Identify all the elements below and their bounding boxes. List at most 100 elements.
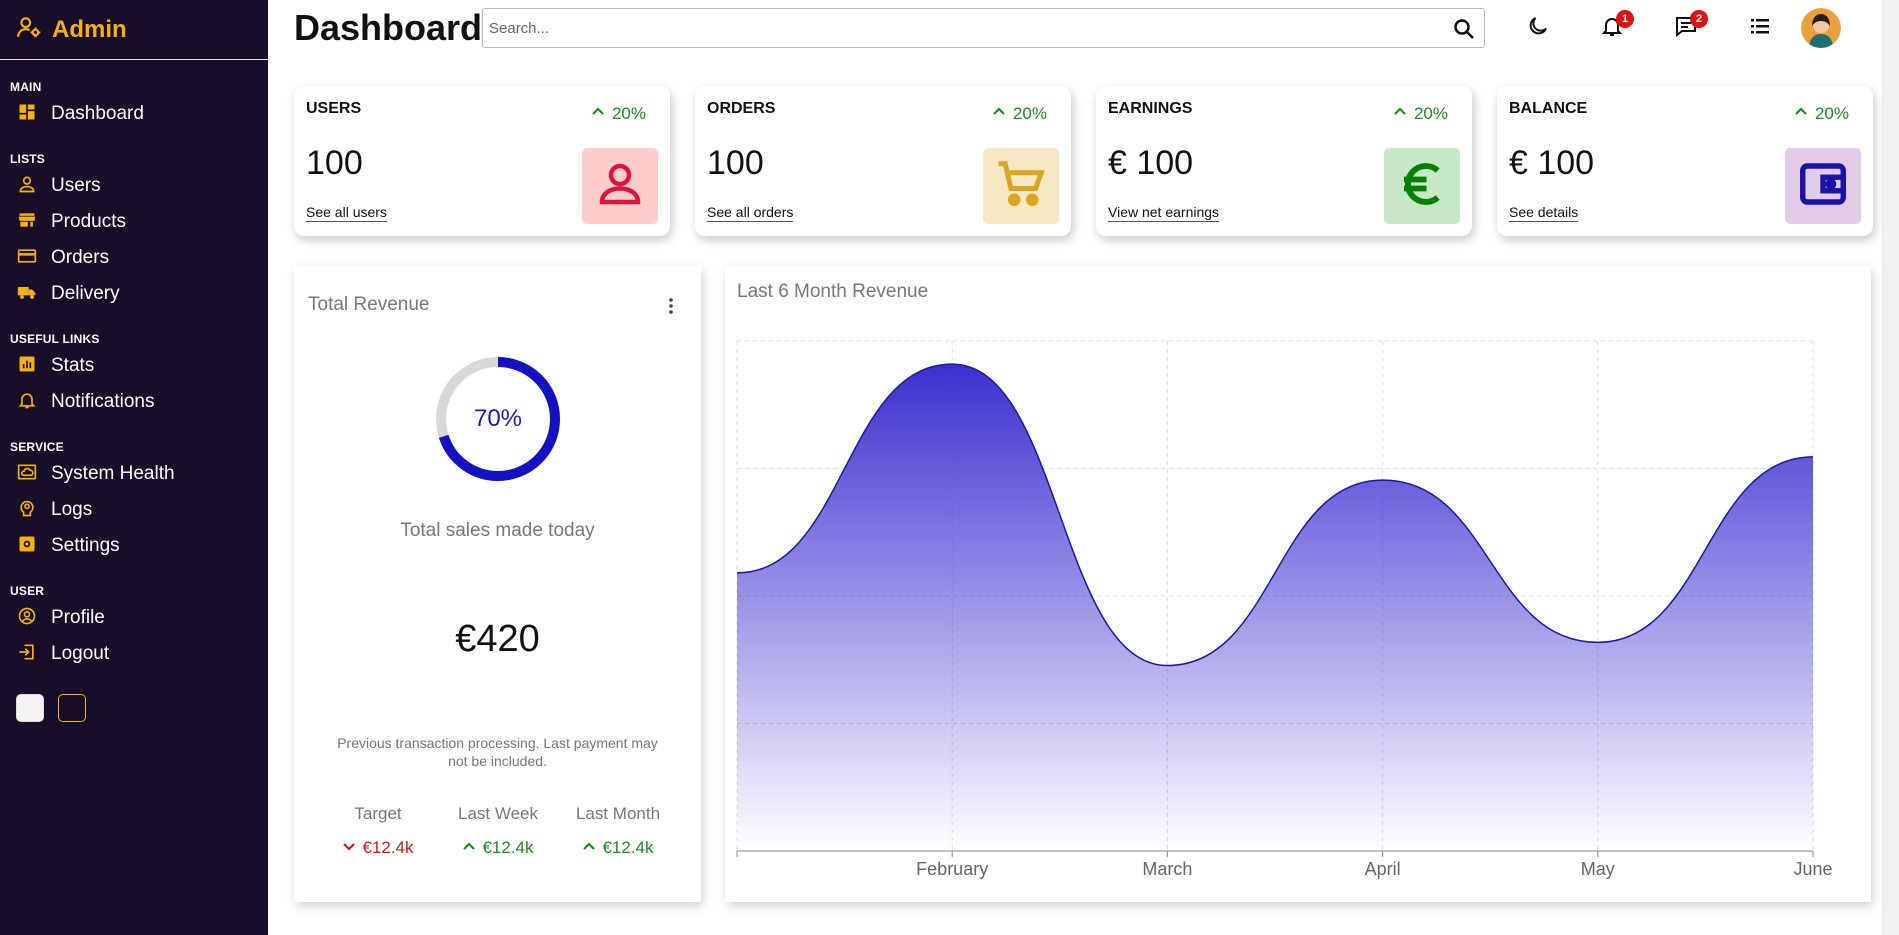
messages-badge: 2 xyxy=(1690,10,1708,28)
sidebar-item-profile[interactable]: Profile xyxy=(0,600,268,636)
chevron-up-icon xyxy=(1793,103,1809,124)
light-theme-swatch[interactable] xyxy=(16,694,44,722)
sidebar-item-products[interactable]: Products xyxy=(0,204,268,240)
sidebar-item-label: Logs xyxy=(51,499,93,520)
widget-value: € 100 xyxy=(1108,144,1194,182)
brain-icon xyxy=(17,498,37,523)
area-fill xyxy=(737,364,1813,851)
stat-value: €12.4k xyxy=(362,838,414,857)
widget-earnings: EARNINGS 20% € 100 View net earnings xyxy=(1096,86,1472,236)
widget-link[interactable]: See details xyxy=(1509,204,1579,222)
stat-widgets: USERS 20% 100 See all users ORDERS 20% 1… xyxy=(294,86,1873,236)
search-input[interactable] xyxy=(483,9,1484,47)
sidebar-item-logs[interactable]: Logs xyxy=(0,492,268,528)
notifications-button[interactable]: 1 xyxy=(1575,8,1649,48)
revenue-note: Previous transaction processing. Last pa… xyxy=(337,735,658,769)
shopping-cart-icon xyxy=(994,157,1048,216)
stat-title: Last Week xyxy=(457,804,538,823)
widget-icon-box xyxy=(582,148,658,224)
stat-value: €12.4k xyxy=(482,838,534,857)
x-tick-label: April xyxy=(1365,859,1401,879)
sidebar-item-system-health[interactable]: System Health xyxy=(0,456,268,492)
notifications-badge: 1 xyxy=(1616,10,1634,28)
bar-chart-icon xyxy=(17,354,37,379)
stat-value-row: €12.4k xyxy=(438,838,558,858)
account-circle-icon xyxy=(17,606,37,631)
logout-icon xyxy=(17,642,37,667)
stat-last-week: Last Week €12.4k xyxy=(438,804,558,858)
list-menu-button[interactable] xyxy=(1723,8,1797,48)
settings-icon xyxy=(17,534,37,559)
revenue-stats: Target €12.4k Last Week €12.4k Last Mont… xyxy=(318,804,678,858)
sidebar: Admin MAIN Dashboard LISTS Users Product… xyxy=(0,0,268,935)
total-revenue-card: Total Revenue 70% Total sales made today… xyxy=(294,266,701,902)
section-title-main: MAIN xyxy=(10,80,42,94)
sidebar-item-label: Orders xyxy=(51,247,110,268)
dark-theme-swatch[interactable] xyxy=(58,694,86,722)
more-vertical-icon[interactable] xyxy=(661,296,681,316)
widget-link[interactable]: View net earnings xyxy=(1108,204,1220,222)
revenue-subtitle: Total sales made today xyxy=(400,520,595,541)
section-title-useful-links: USEFUL LINKS xyxy=(10,332,100,346)
sidebar-item-label: Delivery xyxy=(51,283,120,304)
sidebar-item-settings[interactable]: Settings xyxy=(0,528,268,564)
person-icon xyxy=(17,174,37,199)
moon-icon xyxy=(1526,14,1550,43)
widget-value: € 100 xyxy=(1509,144,1595,182)
widget-percentage-value: 20% xyxy=(611,103,646,123)
widget-orders: ORDERS 20% 100 See all orders xyxy=(695,86,1071,236)
widget-percentage: 20% xyxy=(590,103,646,124)
revenue-title: Total Revenue xyxy=(308,294,430,315)
widget-icon-box xyxy=(1384,148,1460,224)
x-tick-label: March xyxy=(1142,859,1192,879)
widget-percentage: 20% xyxy=(1793,103,1849,124)
brand-name: Admin xyxy=(52,15,127,43)
vertical-scrollbar[interactable] xyxy=(1882,0,1899,935)
sidebar-item-label: Users xyxy=(51,175,101,196)
chevron-up-icon xyxy=(590,103,606,124)
revenue-amount: €420 xyxy=(455,618,540,660)
sidebar-item-label: Products xyxy=(51,211,126,232)
sidebar-item-label: Logout xyxy=(51,643,110,664)
x-tick-label: February xyxy=(916,859,988,879)
widget-value: 100 xyxy=(707,144,764,182)
x-tick-label: May xyxy=(1581,859,1615,879)
widget-link[interactable]: See all orders xyxy=(707,204,794,222)
section-title-lists: LISTS xyxy=(10,152,46,166)
euro-icon xyxy=(1395,157,1449,216)
dashboard-icon xyxy=(17,102,37,127)
sidebar-item-logout[interactable]: Logout xyxy=(0,636,268,672)
brand[interactable]: Admin xyxy=(0,0,268,60)
chevron-up-icon xyxy=(991,103,1007,124)
sidebar-item-orders[interactable]: Orders xyxy=(0,240,268,276)
chevron-down-icon xyxy=(342,838,356,858)
sidebar-item-label: Profile xyxy=(51,607,105,628)
progress-label: 70% xyxy=(473,405,523,432)
search-icon[interactable] xyxy=(1452,17,1476,41)
stat-value-row: €12.4k xyxy=(558,838,678,858)
person-icon xyxy=(593,157,647,216)
sidebar-item-delivery[interactable]: Delivery xyxy=(0,276,268,312)
avatar[interactable] xyxy=(1801,8,1841,48)
sidebar-item-stats[interactable]: Stats xyxy=(0,348,268,384)
bell-icon xyxy=(17,390,37,415)
main-content: Dashboard 1 2 USE xyxy=(268,0,1899,935)
list-icon xyxy=(1748,14,1772,43)
sidebar-item-users[interactable]: Users xyxy=(0,168,268,204)
messages-button[interactable]: 2 xyxy=(1649,8,1723,48)
cloud-icon xyxy=(17,462,37,487)
theme-switcher xyxy=(16,694,268,722)
widget-percentage: 20% xyxy=(1392,103,1448,124)
dark-mode-toggle[interactable] xyxy=(1501,8,1575,48)
stat-title: Last Month xyxy=(575,804,661,823)
sidebar-item-label: Settings xyxy=(51,535,120,556)
widget-link[interactable]: See all users xyxy=(306,204,387,222)
section-title-user: USER xyxy=(10,584,45,598)
widget-percentage-value: 20% xyxy=(1413,103,1448,123)
section-title-service: SERVICE xyxy=(10,440,64,454)
top-navbar: Dashboard 1 2 xyxy=(268,0,1899,56)
chevron-up-icon xyxy=(1392,103,1408,124)
sidebar-item-notifications[interactable]: Notifications xyxy=(0,384,268,420)
stat-title: Target xyxy=(354,804,402,823)
sidebar-item-dashboard[interactable]: Dashboard xyxy=(0,96,268,132)
